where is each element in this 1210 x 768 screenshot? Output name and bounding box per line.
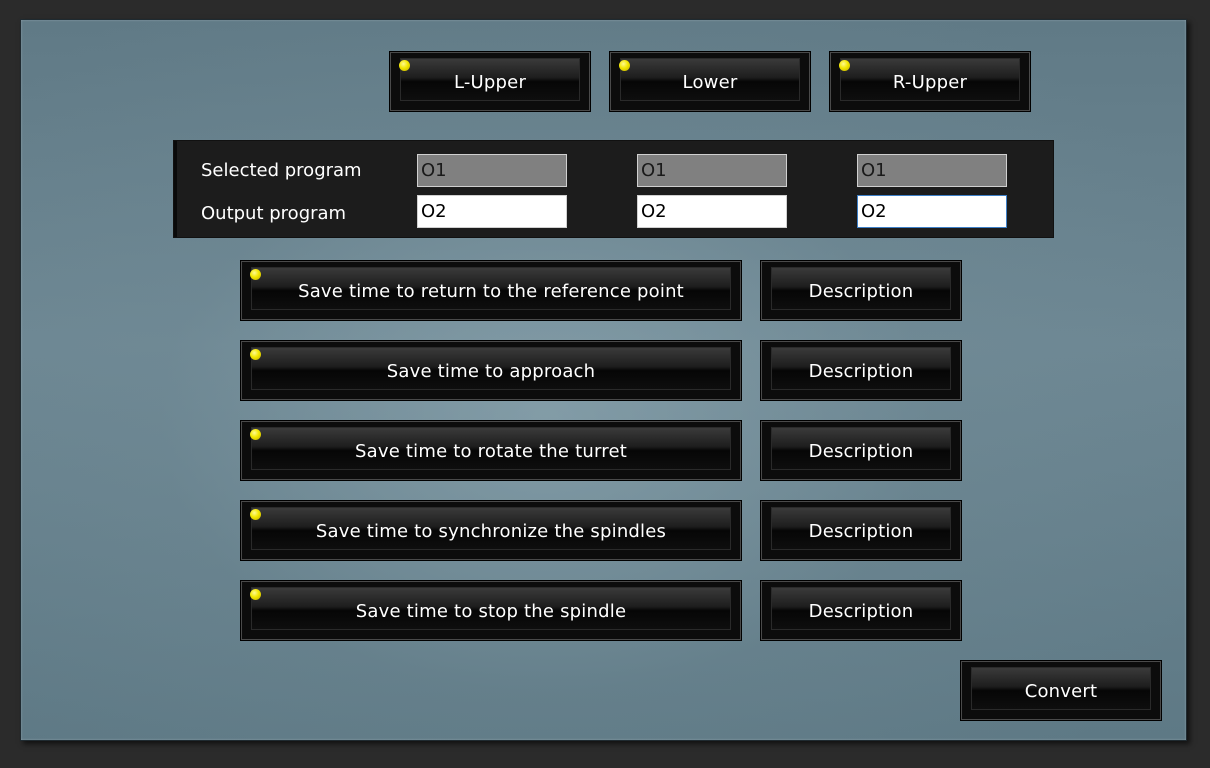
description-button-rotate-turret[interactable]: Description: [761, 421, 961, 480]
output-program-field-l-upper[interactable]: [417, 195, 567, 228]
option-label: Save time to return to the reference poi…: [298, 281, 684, 302]
output-program-label: Output program: [201, 203, 347, 224]
output-program-field-lower[interactable]: [637, 195, 787, 228]
option-button-stop-spindle[interactable]: Save time to stop the spindle: [241, 581, 741, 640]
option-label: Save time to stop the spindle: [355, 601, 627, 622]
option-label: Save time to rotate the turret: [355, 441, 627, 462]
option-label: Save time to approach: [386, 361, 596, 382]
turret-button-lower[interactable]: Lower: [610, 52, 810, 111]
description-button-approach[interactable]: Description: [761, 341, 961, 400]
turret-label: Lower: [682, 72, 738, 93]
indicator-lamp-icon: [399, 60, 410, 71]
selected-program-field-l-upper[interactable]: [417, 154, 567, 187]
description-label: Description: [808, 441, 914, 462]
main-panel: L-Upper Lower R-Upper Selected program O…: [20, 19, 1187, 741]
indicator-lamp-icon: [250, 429, 261, 440]
description-label: Description: [808, 281, 914, 302]
description-button-synchronize-spindles[interactable]: Description: [761, 501, 961, 560]
screen: L-Upper Lower R-Upper Selected program O…: [0, 0, 1210, 768]
turret-label: R-Upper: [892, 72, 968, 93]
description-button-stop-spindle[interactable]: Description: [761, 581, 961, 640]
convert-button[interactable]: Convert: [961, 661, 1161, 720]
option-button-rotate-turret[interactable]: Save time to rotate the turret: [241, 421, 741, 480]
option-label: Save time to synchronize the spindles: [315, 521, 667, 542]
indicator-lamp-icon: [250, 589, 261, 600]
turret-button-r-upper[interactable]: R-Upper: [830, 52, 1030, 111]
selected-program-field-lower[interactable]: [637, 154, 787, 187]
indicator-lamp-icon: [250, 509, 261, 520]
option-button-return-reference-point[interactable]: Save time to return to the reference poi…: [241, 261, 741, 320]
turret-button-l-upper[interactable]: L-Upper: [390, 52, 590, 111]
option-button-synchronize-spindles[interactable]: Save time to synchronize the spindles: [241, 501, 741, 560]
indicator-lamp-icon: [250, 349, 261, 360]
convert-label: Convert: [1024, 681, 1098, 702]
description-label: Description: [808, 521, 914, 542]
description-label: Description: [808, 361, 914, 382]
turret-label: L-Upper: [453, 72, 527, 93]
option-button-approach[interactable]: Save time to approach: [241, 341, 741, 400]
indicator-lamp-icon: [250, 269, 261, 280]
program-box: Selected program Output program: [174, 141, 1053, 237]
description-label: Description: [808, 601, 914, 622]
output-program-field-r-upper[interactable]: [857, 195, 1007, 228]
selected-program-label: Selected program: [201, 160, 362, 181]
indicator-lamp-icon: [839, 60, 850, 71]
indicator-lamp-icon: [619, 60, 630, 71]
selected-program-field-r-upper[interactable]: [857, 154, 1007, 187]
description-button-return-reference-point[interactable]: Description: [761, 261, 961, 320]
